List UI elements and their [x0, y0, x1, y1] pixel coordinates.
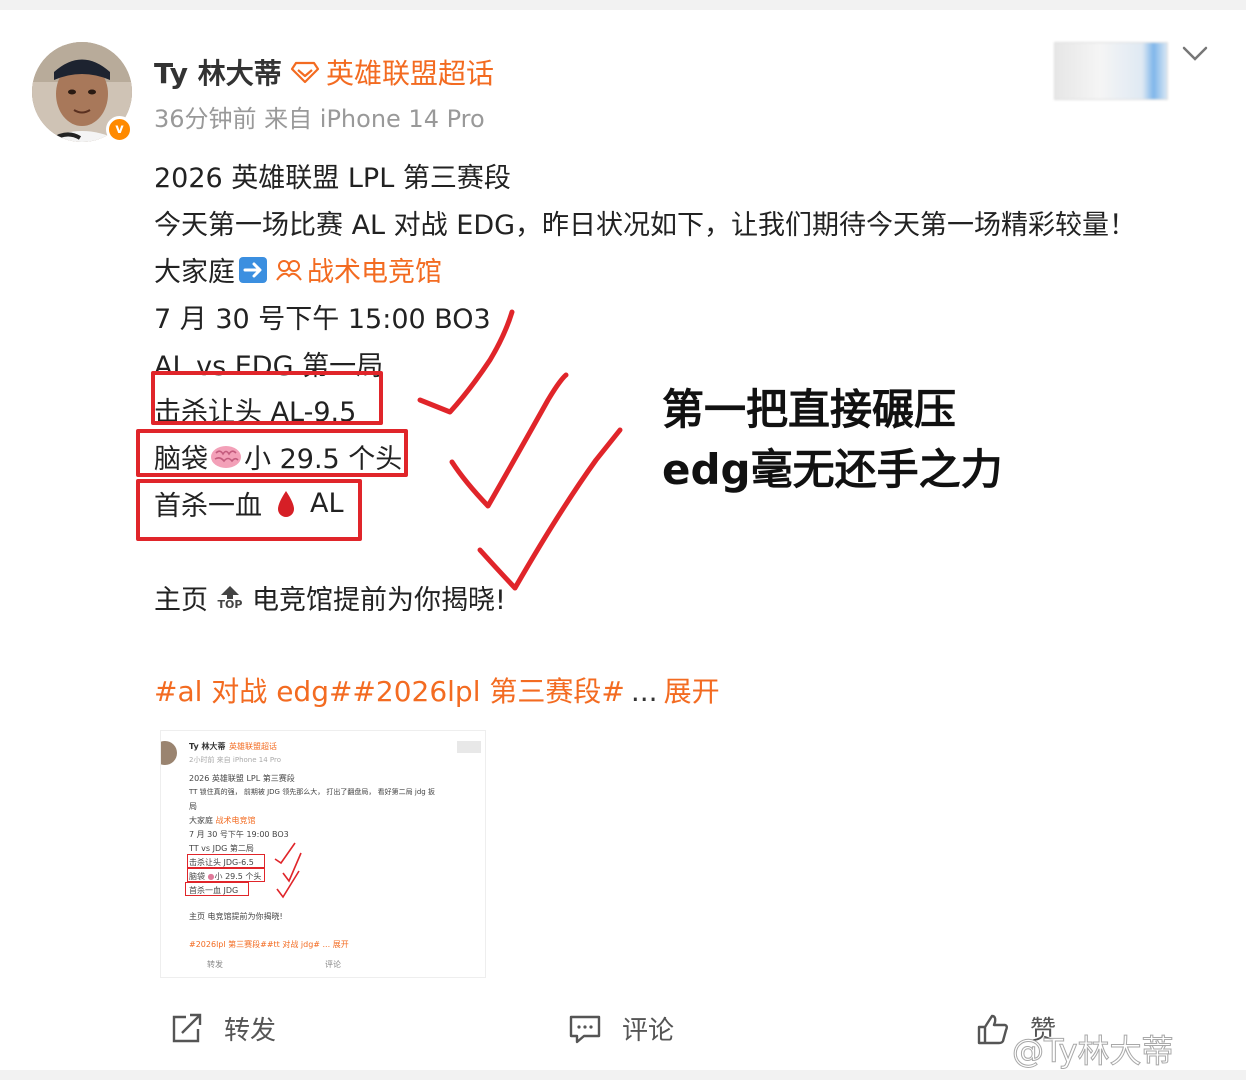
comment-button[interactable]: 评论 [568, 1010, 674, 1047]
thumb-line-9: 主页 电竞馆提前为你揭晓! [189, 912, 283, 921]
comment-label: 评论 [622, 1016, 675, 1046]
thumb-box-2 [187, 868, 265, 882]
verified-badge: v [106, 116, 133, 143]
repost-label: 转发 [224, 1016, 277, 1046]
comment-icon [569, 1015, 601, 1043]
thumbs-up-icon [977, 1014, 1008, 1044]
hashtag-row: #al 对战 edg##2026lpl 第三赛段#... 展开 [154, 670, 720, 710]
thumb-comment: 评论 [325, 960, 341, 969]
post-line-family: 大家庭 战术电竞馆 [154, 250, 442, 289]
annotation-line-2: edg毫无还手之力 [662, 445, 1003, 494]
follow-button-blurred[interactable] [1054, 42, 1168, 100]
attached-image[interactable]: Ty 林大蒂 英雄联盟超话 2小时前 来自 iPhone 14 Pro 2026… [160, 730, 486, 978]
thumb-line-2: TT 锁住真的强， 前期被 JDG 领先那么大， 打出了翻盘局， 看好第二局 j… [189, 788, 435, 796]
highlight-box-first-blood [136, 479, 362, 541]
thumb-box-3 [185, 882, 249, 896]
right-arrow-icon [237, 255, 269, 285]
thumb-family: 大家庭 [189, 816, 213, 825]
thumb-hashtags: #2026lpl 第三赛段##tt 对战 jdg# ... 展开 [189, 940, 349, 949]
post-meta: 36分钟前 来自 iPhone 14 Pro [154, 105, 485, 133]
top-arrow-icon: TOP [212, 583, 248, 613]
thumb-avatar [161, 741, 177, 765]
thumb-line-2b: 局 [189, 802, 197, 811]
thumb-topic: 英雄联盟超话 [229, 742, 277, 751]
post-line-schedule: 7 月 30 号下午 15:00 BO3 [154, 304, 491, 335]
thumb-line-4: 7 月 30 号下午 19:00 BO3 [189, 830, 289, 839]
thumb-line-3: 大家庭 战术电竞馆 [189, 815, 256, 826]
thumb-username: Ty 林大蒂 [189, 742, 226, 751]
thumb-line-1: 2026 英雄联盟 LPL 第三赛段 [189, 774, 295, 783]
homepage-prefix: 主页 [154, 585, 208, 616]
thumb-line-5: TT vs JDG 第二局 [189, 844, 254, 853]
highlight-box-handicap [151, 371, 383, 425]
homepage-suffix: 电竞馆提前为你揭晓! [252, 585, 506, 616]
diamond-icon [290, 61, 320, 84]
expand-link[interactable]: 展开 [664, 675, 720, 708]
topic-label: 英雄联盟超话 [326, 57, 495, 90]
username[interactable]: Ty 林大蒂 [154, 52, 282, 92]
tactics-hall-link[interactable]: 战术电竞馆 [307, 250, 442, 289]
annotation-line-1: 第一把直接碾压 [662, 385, 957, 434]
thumb-checkmarks [274, 842, 302, 899]
top-label: TOP [217, 597, 243, 611]
thumb-follow-blur [457, 741, 481, 753]
weibo-watermark: @Ty林大蒂 [1012, 1032, 1175, 1071]
super-topic-icon [273, 255, 305, 285]
hashtags-link[interactable]: #al 对战 edg##2026lpl 第三赛段# [154, 675, 625, 708]
repost-button[interactable]: 转发 [170, 1010, 276, 1047]
more-dots: ... [630, 675, 658, 708]
thumb-meta: 2小时前 来自 iPhone 14 Pro [189, 756, 281, 764]
thumb-box-1 [187, 854, 265, 868]
topic-link[interactable]: 英雄联盟超话 [290, 52, 494, 92]
thumb-repost: 转发 [207, 960, 223, 969]
family-prefix: 大家庭 [154, 257, 235, 288]
highlight-box-total-kills [136, 429, 408, 477]
repost-icon [172, 1013, 202, 1042]
post-line-intro: 今天第一场比赛 AL 对战 EDG，昨日状况如下，让我们期待今天第一场精彩较量！ [154, 210, 1137, 241]
thumb-hall-link: 战术电竞馆 [215, 816, 256, 825]
post-line-homepage: 主页 TOP 电竞馆提前为你揭晓! [154, 578, 506, 617]
post-line-title: 2026 英雄联盟 LPL 第三赛段 [154, 163, 511, 194]
chevron-down-icon[interactable] [1180, 42, 1210, 66]
